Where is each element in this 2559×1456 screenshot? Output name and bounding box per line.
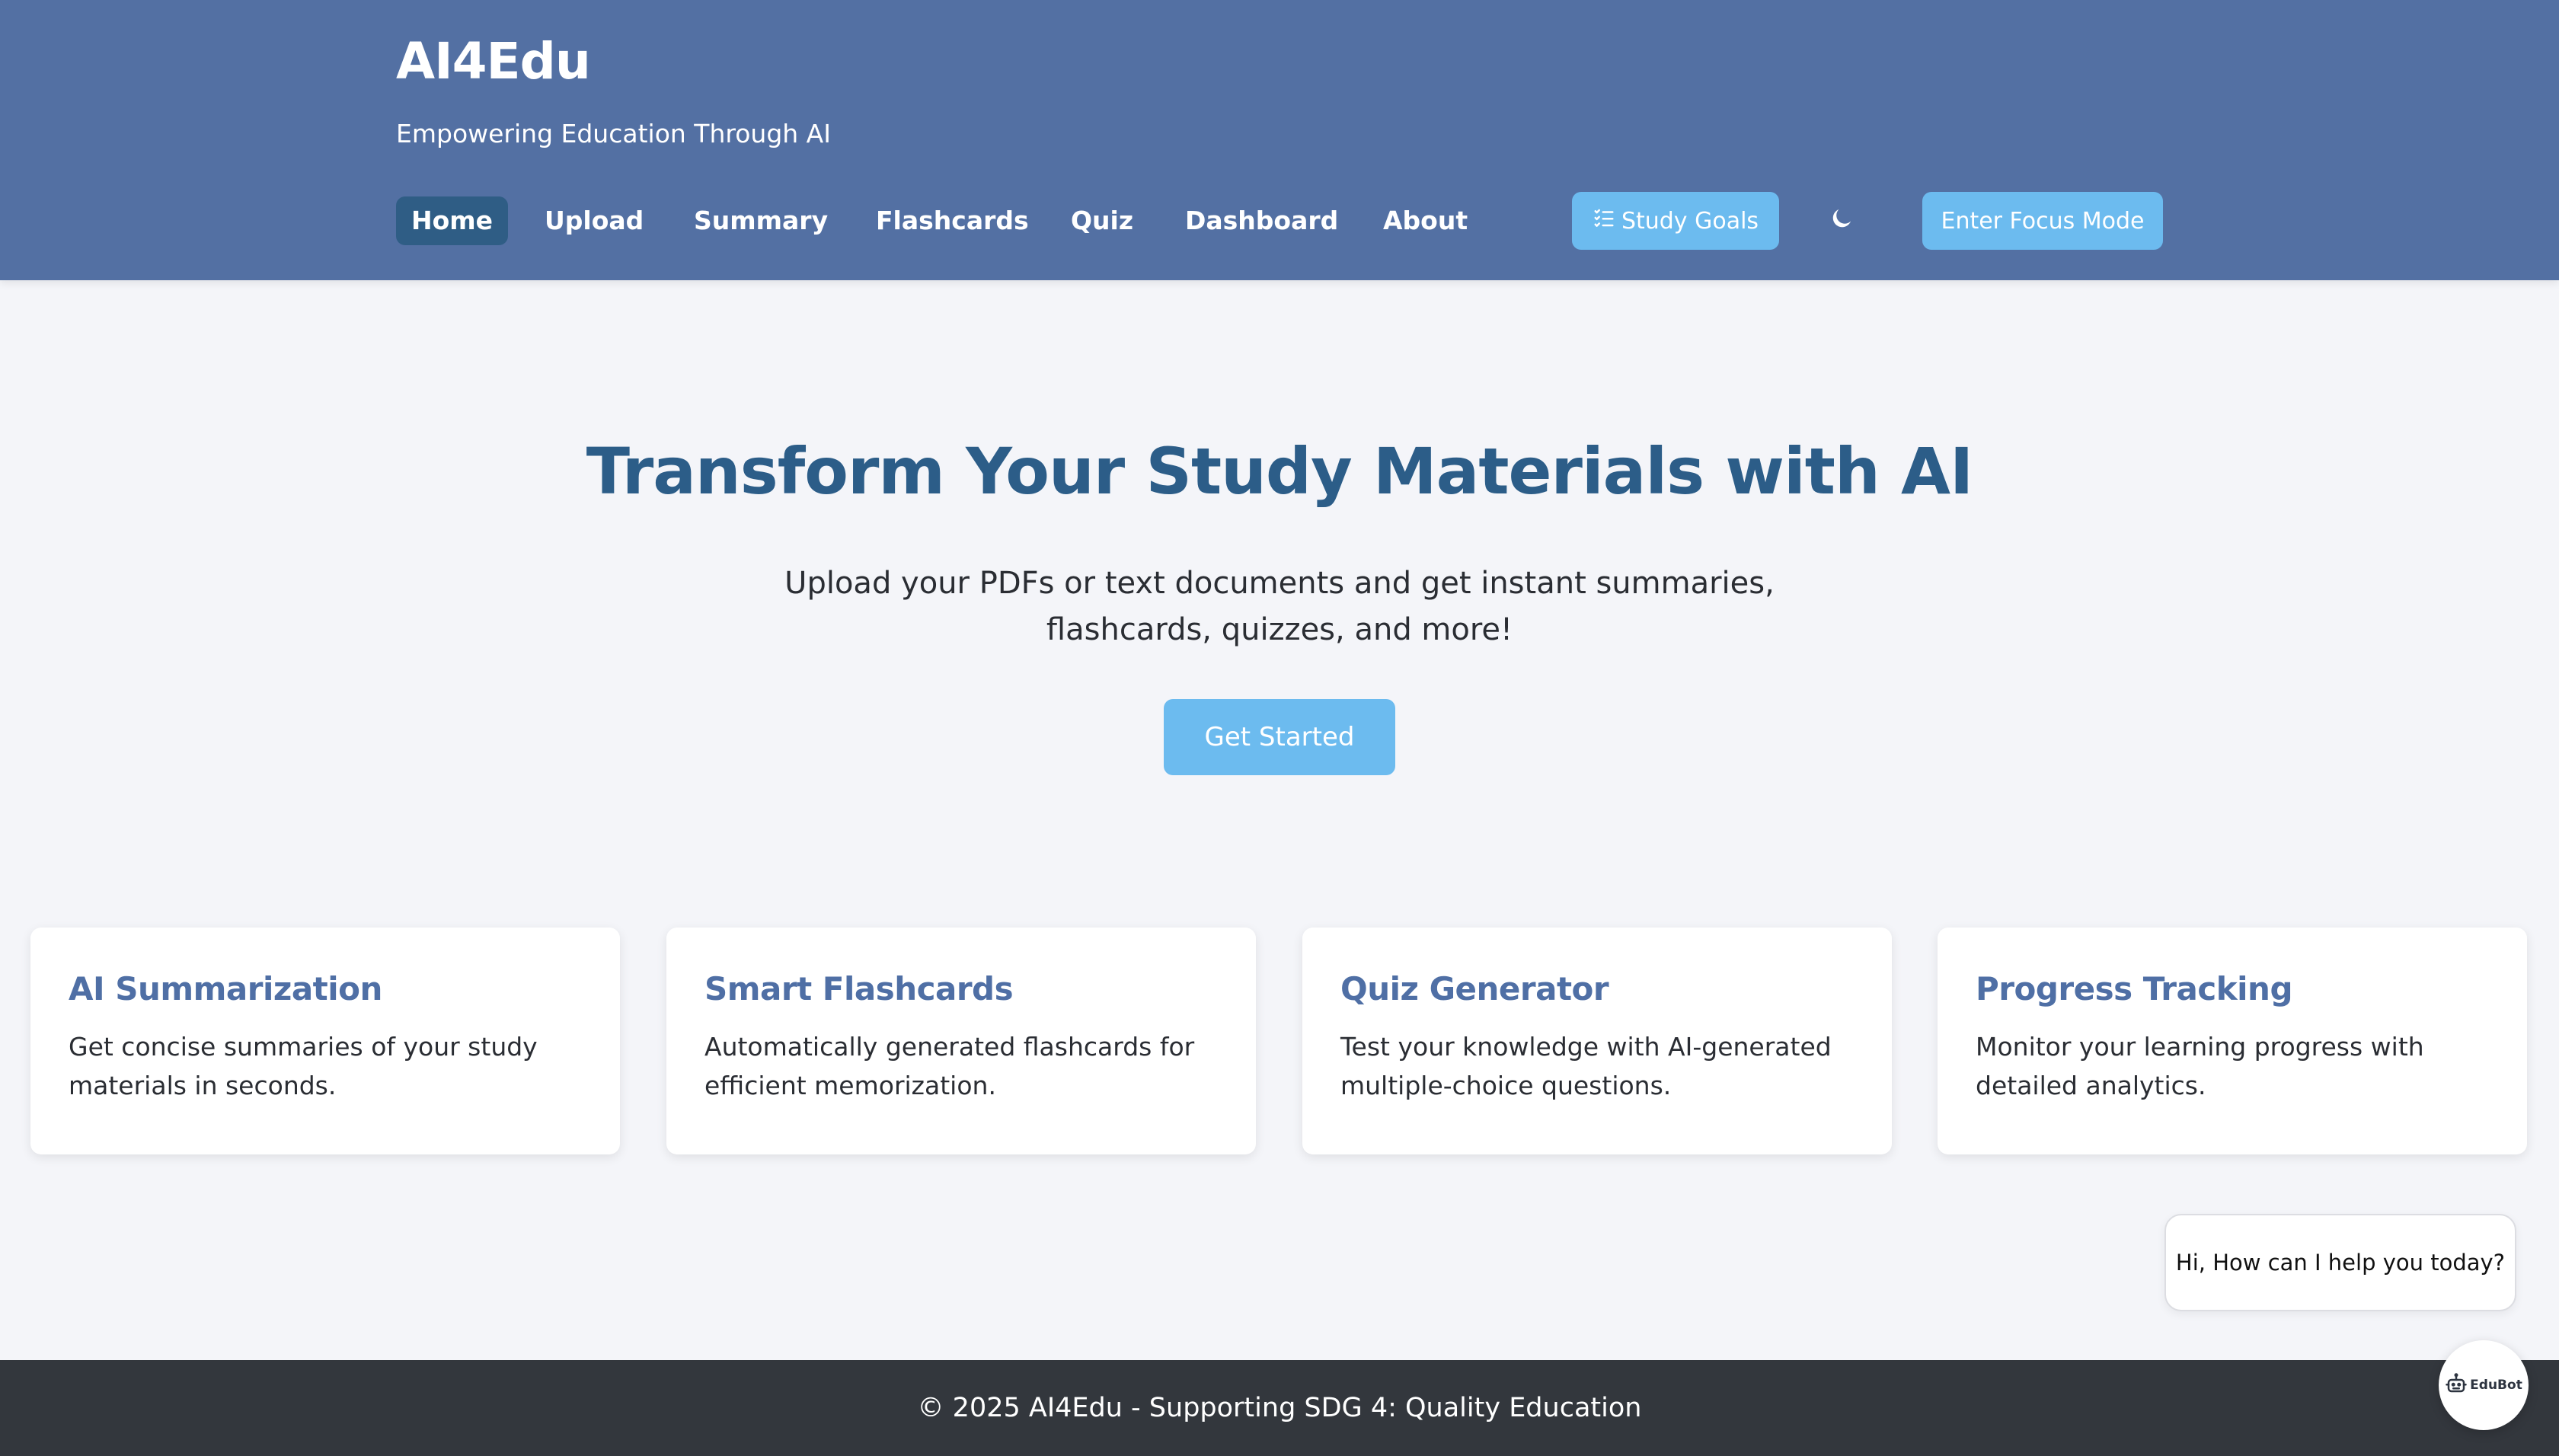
nav-item-dashboard[interactable]: Dashboard xyxy=(1185,196,1338,245)
checklist-icon xyxy=(1593,206,1615,235)
feature-card-text: Monitor your learning progress with deta… xyxy=(1976,1032,2424,1100)
nav-item-flashcards[interactable]: Flashcards xyxy=(876,196,1029,245)
nav-item-summary[interactable]: Summary xyxy=(694,196,828,245)
feature-card-summarization: AI Summarization Get concise summaries o… xyxy=(30,928,620,1154)
edubot-chat-button[interactable]: EduBot xyxy=(2439,1340,2529,1430)
feature-card-title: AI Summarization xyxy=(69,970,382,1007)
chat-greeting-text: Hi, How can I help you today? xyxy=(2175,1250,2506,1276)
edubot-label: EduBot xyxy=(2470,1378,2522,1393)
theme-toggle-button[interactable] xyxy=(1825,201,1858,239)
nav-item-upload[interactable]: Upload xyxy=(545,196,644,245)
hero-subtitle: Upload your PDFs or text documents and g… xyxy=(784,566,1775,647)
robot-icon xyxy=(2445,1372,2468,1398)
feature-card-title: Progress Tracking xyxy=(1976,970,2293,1007)
site-header: AI4Edu Empowering Education Through AI H… xyxy=(0,0,2559,280)
site-footer: © 2025 AI4Edu - Supporting SDG 4: Qualit… xyxy=(0,1360,2559,1456)
chat-greeting-bubble: Hi, How can I help you today? xyxy=(2164,1214,2516,1311)
feature-card-text: Test your knowledge with AI-generated mu… xyxy=(1340,1032,1832,1100)
site-title[interactable]: AI4Edu xyxy=(396,32,591,91)
moon-icon xyxy=(1829,206,1855,235)
get-started-button[interactable]: Get Started xyxy=(1164,699,1395,775)
nav-item-home[interactable]: Home xyxy=(396,196,509,245)
feature-card-progress: Progress Tracking Monitor your learning … xyxy=(1938,928,2527,1154)
footer-text: © 2025 AI4Edu - Supporting SDG 4: Qualit… xyxy=(917,1393,1642,1423)
feature-card-title: Smart Flashcards xyxy=(704,970,1014,1007)
study-goals-label: Study Goals xyxy=(1621,207,1759,235)
study-goals-button[interactable]: Study Goals xyxy=(1572,192,1779,250)
feature-card-quiz: Quiz Generator Test your knowledge with … xyxy=(1302,928,1892,1154)
focus-mode-button[interactable]: Enter Focus Mode xyxy=(1922,192,2163,250)
feature-card-text: Get concise summaries of your study mate… xyxy=(69,1032,538,1100)
site-tagline: Empowering Education Through AI xyxy=(396,119,831,148)
hero-title: Transform Your Study Materials with AI xyxy=(586,434,1974,509)
feature-card-flashcards: Smart Flashcards Automatically generated… xyxy=(666,928,1256,1154)
feature-card-title: Quiz Generator xyxy=(1340,970,1609,1007)
nav-item-quiz[interactable]: Quiz xyxy=(1071,196,1133,245)
nav-item-about[interactable]: About xyxy=(1383,196,1468,245)
feature-card-text: Automatically generated flashcards for e… xyxy=(704,1032,1195,1100)
